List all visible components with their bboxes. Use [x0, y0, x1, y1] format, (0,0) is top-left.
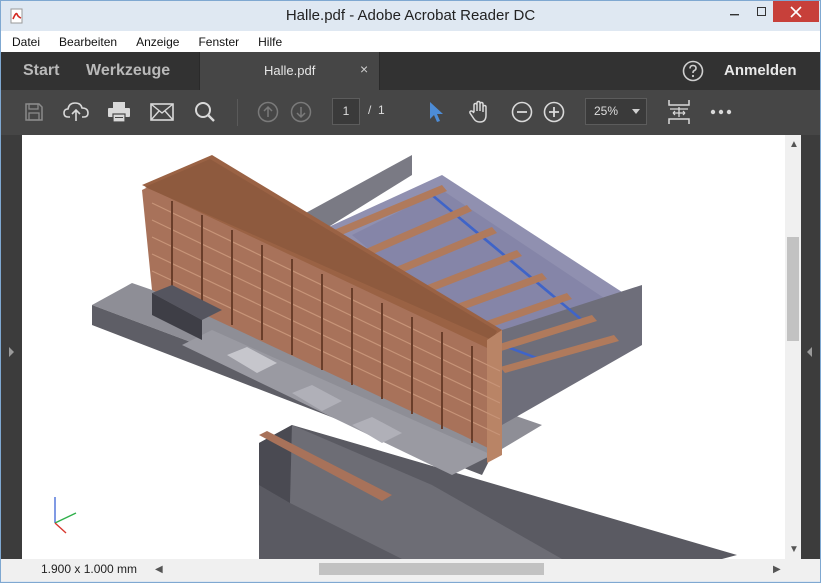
- title-bar: Halle.pdf - Adobe Acrobat Reader DC: [1, 1, 820, 31]
- zoom-in-icon: [543, 101, 565, 123]
- maximize-icon: [756, 6, 766, 16]
- tab-tools[interactable]: Werkzeuge: [86, 62, 170, 80]
- app-window: Halle.pdf - Adobe Acrobat Reader DC Date…: [0, 0, 821, 583]
- page-up-icon: [257, 101, 279, 123]
- more-icon: [710, 109, 732, 115]
- menu-help[interactable]: Hilfe: [255, 35, 285, 49]
- scroll-right-icon[interactable]: ▶: [773, 564, 781, 575]
- close-window-button[interactable]: [773, 1, 819, 22]
- hand-tool-button[interactable]: [466, 99, 492, 125]
- previous-page-button[interactable]: [255, 99, 281, 125]
- tab-document[interactable]: Halle.pdf ×: [199, 52, 380, 90]
- toolbar: [1, 90, 820, 135]
- save-button[interactable]: [21, 99, 47, 125]
- menu-bar: Datei Bearbeiten Anzeige Fenster Hilfe: [1, 31, 820, 52]
- print-icon: [108, 102, 130, 123]
- sign-in-button[interactable]: Anmelden: [724, 62, 797, 79]
- help-icon[interactable]: [682, 60, 704, 82]
- menu-edit[interactable]: Bearbeiten: [56, 35, 120, 49]
- select-arrow-icon: [430, 102, 443, 122]
- fit-page-icon: [668, 100, 690, 124]
- zoom-in-button[interactable]: [541, 99, 567, 125]
- right-panel-toggle[interactable]: [801, 135, 820, 559]
- menu-file[interactable]: Datei: [9, 35, 43, 49]
- expand-left-icon: [9, 347, 14, 357]
- building-3d-model-image: [54, 155, 737, 559]
- tab-bar: Start Werkzeuge Halle.pdf × Anmelden: [1, 52, 820, 90]
- menu-window[interactable]: Fenster: [195, 35, 242, 49]
- tab-document-label: Halle.pdf: [264, 63, 316, 78]
- horizontal-scroll-thumb[interactable]: [319, 563, 544, 575]
- expand-right-icon: [807, 347, 812, 357]
- page-total: 1: [378, 103, 385, 117]
- left-panel-toggle[interactable]: [1, 135, 22, 559]
- minimize-icon: [729, 13, 739, 15]
- upload-cloud-icon: [63, 102, 89, 121]
- more-tools-button[interactable]: [708, 99, 734, 125]
- tab-start[interactable]: Start: [23, 62, 59, 80]
- scroll-left-icon[interactable]: ◀: [155, 564, 163, 575]
- window-title: Halle.pdf - Adobe Acrobat Reader DC: [285, 7, 536, 24]
- fit-page-button[interactable]: [666, 99, 692, 125]
- tab-close-icon[interactable]: ×: [360, 61, 368, 77]
- page-size-label: 1.900 x 1.000 mm: [41, 562, 138, 576]
- scroll-up-icon[interactable]: ▲: [789, 139, 799, 150]
- mail-button[interactable]: [149, 99, 175, 125]
- hand-icon: [469, 100, 487, 123]
- scroll-down-icon[interactable]: ▼: [789, 544, 799, 555]
- save-icon: [25, 103, 43, 121]
- pdf-page[interactable]: [22, 135, 785, 559]
- select-tool-button[interactable]: [423, 99, 449, 125]
- page-separator: /: [368, 103, 372, 117]
- minimize-button[interactable]: [721, 1, 748, 22]
- print-button[interactable]: [106, 99, 132, 125]
- vertical-scroll-thumb[interactable]: [787, 237, 799, 341]
- page-down-icon: [290, 101, 312, 123]
- page-number-input[interactable]: 1: [332, 98, 360, 125]
- maximize-button[interactable]: [748, 1, 775, 22]
- search-icon: [195, 102, 215, 122]
- upload-button[interactable]: [63, 99, 89, 125]
- search-button[interactable]: [192, 99, 218, 125]
- chevron-down-icon[interactable]: [632, 109, 640, 114]
- close-icon: [790, 5, 802, 18]
- vertical-scrollbar[interactable]: [785, 135, 801, 559]
- zoom-out-button[interactable]: [509, 99, 535, 125]
- menu-view[interactable]: Anzeige: [133, 35, 182, 49]
- zoom-out-icon: [511, 101, 533, 123]
- next-page-button[interactable]: [288, 99, 314, 125]
- mail-icon: [150, 103, 174, 121]
- toolbar-divider: [237, 99, 238, 126]
